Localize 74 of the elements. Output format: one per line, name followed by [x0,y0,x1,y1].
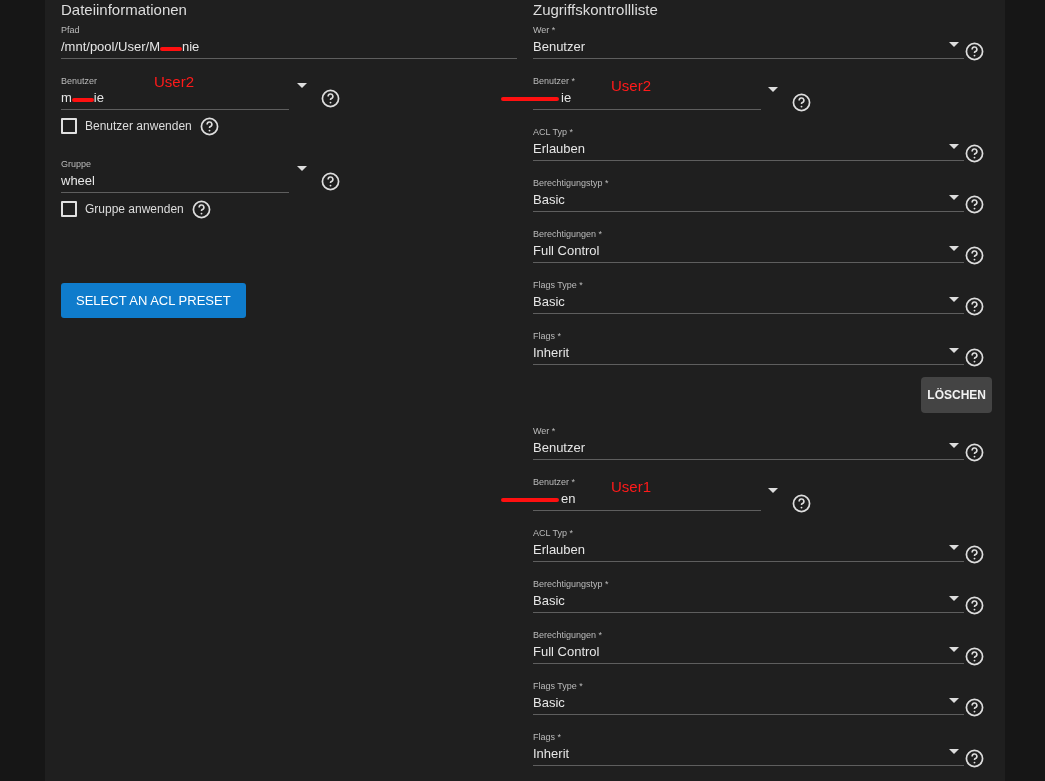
help-icon[interactable] [792,494,811,513]
select-field[interactable]: Inherit [533,743,964,766]
help-icon[interactable] [965,297,984,316]
caret-icon[interactable] [949,698,959,703]
select-field[interactable]: Benutzer [533,437,964,460]
checkbox-label: Gruppe anwenden [85,202,184,216]
help-icon[interactable] [321,89,340,108]
field-label: Gruppe [61,158,92,170]
field-label: Berechtigungstyp * [533,177,609,189]
select-field[interactable]: Full Control [533,641,964,664]
select-field[interactable]: Inherit [533,342,964,365]
help-icon[interactable] [965,195,984,214]
select-field[interactable]: Basic [533,291,964,314]
section-heading: Zugriffskontrollliste [533,0,658,20]
field-label: Benutzer [61,75,98,87]
select-field[interactable]: Erlauben [533,539,964,562]
preset-button[interactable]: SELECT AN ACL PRESET [61,283,246,318]
caret-icon[interactable] [297,166,307,171]
field-label: Berechtigungen * [533,228,603,240]
caret-icon[interactable] [768,87,778,92]
field-label: ACL Typ * [533,527,574,539]
select-field[interactable]: Erlauben [533,138,964,161]
field-label: Flags Type * [533,279,583,291]
help-icon[interactable] [965,596,984,615]
caret-icon[interactable] [949,144,959,149]
help-icon[interactable] [965,443,984,462]
checkbox[interactable] [61,118,77,134]
caret-icon[interactable] [949,297,959,302]
help-icon[interactable] [965,144,984,163]
field-label: Berechtigungstyp * [533,578,609,590]
help-icon[interactable] [965,647,984,666]
field-label: Benutzer * [533,476,576,488]
section-heading: Dateiinformationen [61,0,187,20]
caret-icon[interactable] [768,488,778,493]
field-label: Flags * [533,330,561,342]
help-icon[interactable] [321,172,340,191]
field-label: Berechtigungen * [533,629,603,641]
caret-icon[interactable] [949,443,959,448]
select-field[interactable]: Basic [533,590,964,613]
caret-icon[interactable] [949,596,959,601]
caret-icon[interactable] [297,83,307,88]
user-select[interactable]: m ie [61,87,289,110]
path-field[interactable]: /mnt/pool/User/M nie [61,36,517,59]
help-icon[interactable] [199,116,219,136]
caret-icon[interactable] [949,545,959,550]
help-icon[interactable] [191,199,211,219]
caret-icon[interactable] [949,195,959,200]
caret-icon[interactable] [949,348,959,353]
field-label: Flags * [533,731,561,743]
group-select[interactable]: wheel [61,170,289,193]
field-label: Pfad [61,24,80,36]
select-field[interactable]: Basic [533,189,964,212]
caret-icon[interactable] [949,647,959,652]
help-icon[interactable] [965,42,984,61]
field-label: Wer * [533,24,556,36]
help-icon[interactable] [792,93,811,112]
help-icon[interactable] [965,246,984,265]
select-field[interactable]: Full Control [533,240,964,263]
checkbox-label: Benutzer anwenden [85,119,192,133]
select-field[interactable]: Basic [533,692,964,715]
field-label: Flags Type * [533,680,583,692]
delete-button[interactable]: LÖSCHEN [921,377,992,413]
field-label: Wer * [533,425,556,437]
help-icon[interactable] [965,348,984,367]
field-label: Benutzer * [533,75,576,87]
help-icon[interactable] [965,749,984,768]
select-field[interactable]: Benutzer [533,36,964,59]
field-label: ACL Typ * [533,126,574,138]
help-icon[interactable] [965,698,984,717]
help-icon[interactable] [965,545,984,564]
caret-icon[interactable] [949,42,959,47]
caret-icon[interactable] [949,246,959,251]
caret-icon[interactable] [949,749,959,754]
checkbox[interactable] [61,201,77,217]
